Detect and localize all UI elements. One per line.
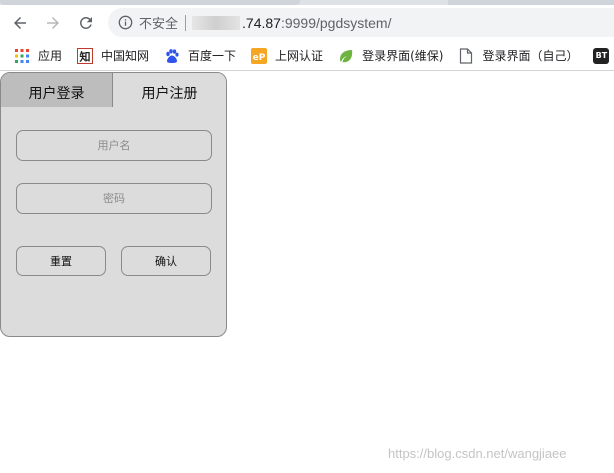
security-label[interactable]: 不安全 — [139, 13, 178, 32]
confirm-button[interactable]: 确认 — [121, 246, 211, 276]
bookmark-label: 上网认证 — [275, 49, 324, 63]
address-bar[interactable]: 不安全 .74.87 :9999/pgdsystem/ — [108, 8, 614, 37]
bookmark-label: 应用 — [38, 49, 63, 63]
apps-grid-icon — [14, 48, 30, 64]
arrow-left-icon — [14, 17, 26, 29]
bookmark-cnki[interactable]: 知 中国知网 — [77, 47, 149, 64]
svg-text:知: 知 — [79, 49, 91, 63]
redacted-url-segment — [192, 15, 241, 30]
cnki-icon: 知 — [77, 47, 94, 64]
auth-tabs: 用户登录 用户注册 — [1, 73, 226, 107]
ep-icon: eP — [251, 47, 268, 64]
arrow-right-icon — [47, 17, 59, 29]
bookmark-apps[interactable]: 应用 — [14, 47, 62, 64]
bookmark-network-auth[interactable]: eP 上网认证 — [251, 47, 323, 64]
tab-user-register[interactable]: 用户注册 — [113, 73, 226, 107]
url-host: .74.87 — [242, 14, 281, 31]
bt-icon: BT — [593, 47, 610, 64]
watermark: https://blog.csdn.net/wangjiaee — [388, 446, 567, 461]
reload-button[interactable] — [72, 9, 100, 37]
tab-user-login[interactable]: 用户登录 — [1, 73, 113, 107]
reload-icon — [79, 16, 92, 29]
forward-button[interactable] — [39, 9, 67, 37]
username-input[interactable] — [16, 130, 212, 161]
bookmark-label: 百度一下 — [188, 49, 237, 63]
leaf-icon — [338, 48, 354, 64]
info-icon[interactable] — [118, 15, 133, 30]
bookmark-label: 中国知网 — [101, 49, 150, 63]
bookmark-bt[interactable]: BT — [593, 47, 610, 64]
page-icon — [458, 47, 474, 64]
reset-button[interactable]: 重置 — [16, 246, 106, 276]
url-divider — [185, 14, 187, 31]
back-button[interactable] — [6, 9, 34, 37]
login-panel: 用户登录 用户注册 重置 确认 — [0, 72, 227, 337]
url-path: :9999/pgdsystem/ — [280, 14, 392, 31]
bookmark-baidu[interactable]: 百度一下 — [164, 47, 236, 64]
bookmark-label: 登录界面(维保) — [362, 49, 444, 63]
bt-icon-label: BT — [595, 51, 608, 60]
svg-text:eP: eP — [253, 53, 266, 63]
bookmark-label: 登录界面（自己） — [482, 49, 579, 63]
bookmarks-bar: 应用 知 中国知网 百度一下 eP 上网认证 登录界面(维保) 登录界面（自己）… — [0, 41, 614, 71]
bookmark-login-own[interactable]: 登录界面（自己） — [458, 47, 578, 64]
bookmark-login-maintenance[interactable]: 登录界面(维保) — [338, 47, 443, 64]
password-input[interactable] — [16, 183, 212, 214]
baidu-paw-icon — [164, 48, 180, 64]
browser-toolbar: 不安全 .74.87 :9999/pgdsystem/ — [0, 5, 614, 41]
